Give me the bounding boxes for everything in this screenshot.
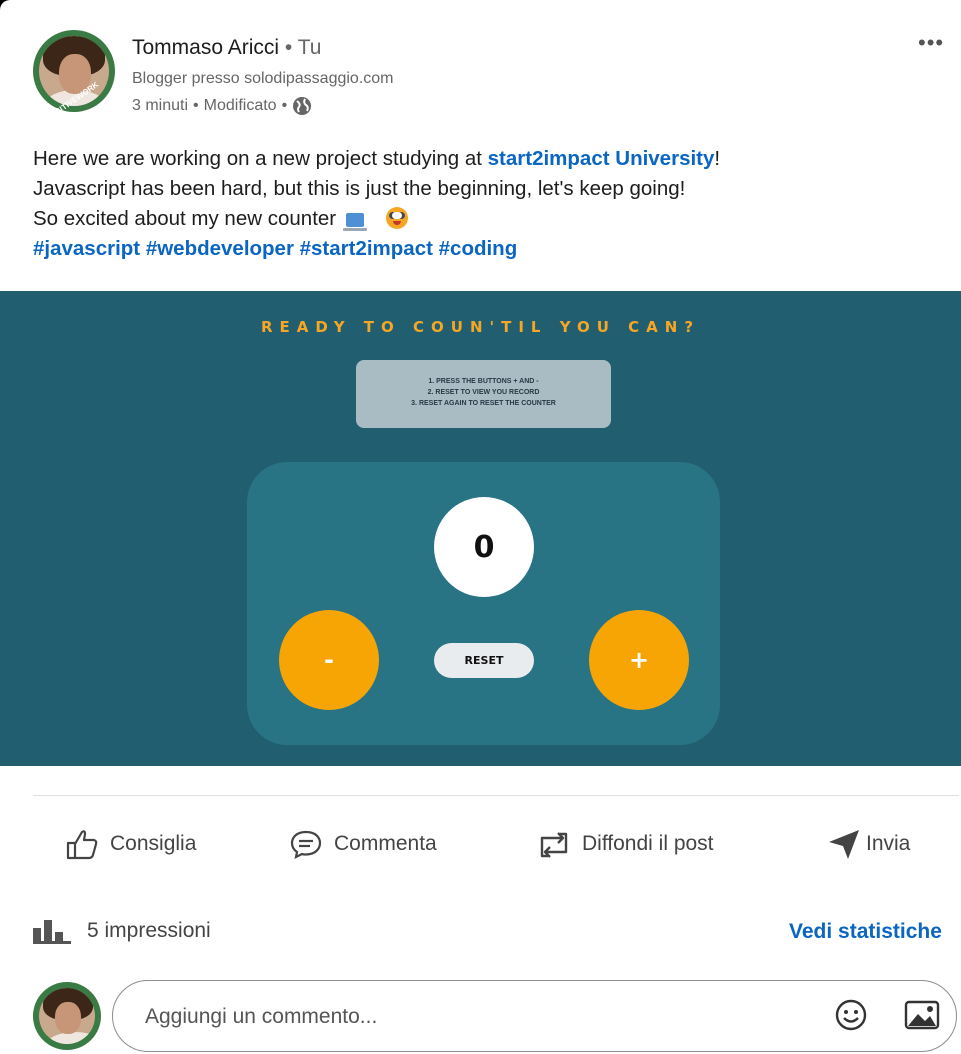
post-text: Here we are working on a new project stu… bbox=[33, 144, 933, 264]
divider bbox=[33, 795, 959, 796]
repost-icon bbox=[540, 832, 568, 858]
instruction-line: 1. PRESS THE BUTTONS + AND - bbox=[428, 378, 539, 385]
counter-value: 0 bbox=[434, 497, 534, 597]
post-text-line-3: So excited about my new counter bbox=[33, 204, 933, 234]
comment-label: Commenta bbox=[334, 832, 437, 855]
more-options-icon[interactable]: ••• bbox=[918, 30, 944, 56]
laptop-emoji-icon bbox=[342, 213, 367, 231]
comment-button[interactable]: Commenta bbox=[288, 826, 437, 862]
post-hashtags[interactable]: #javascript #webdeveloper #start2impact … bbox=[33, 234, 933, 264]
author-you-label: Tu bbox=[297, 36, 322, 59]
counter-instructions: 1. PRESS THE BUTTONS + AND - 2. RESET TO… bbox=[356, 360, 611, 428]
decrement-button: - bbox=[279, 610, 379, 710]
image-icon[interactable] bbox=[903, 997, 941, 1033]
university-link[interactable]: start2impact University bbox=[488, 147, 715, 170]
increment-button: + bbox=[589, 610, 689, 710]
comment-icon bbox=[290, 830, 322, 859]
send-button[interactable]: Invia bbox=[826, 826, 910, 862]
comment-box[interactable] bbox=[112, 980, 957, 1053]
post-time: 3 minuti bbox=[132, 97, 189, 114]
counter-app-title: READY TO COUN'TIL YOU CAN? bbox=[260, 318, 701, 336]
impressions: 5 impressioni bbox=[33, 918, 211, 944]
post-edited: Modificato bbox=[203, 97, 277, 114]
author-line: Tommaso Aricci • Tu bbox=[132, 36, 322, 59]
reset-button: RESET bbox=[434, 643, 534, 678]
repost-button[interactable]: Diffondi il post bbox=[536, 826, 714, 862]
author-name[interactable]: Tommaso Aricci bbox=[132, 36, 279, 59]
face-emoji-icon bbox=[385, 207, 408, 229]
globe-icon bbox=[293, 97, 312, 115]
thumbs-up-icon bbox=[66, 830, 98, 860]
instruction-line: 2. RESET TO VIEW YOU RECORD bbox=[427, 389, 540, 396]
post-meta: 3 minuti • Modificato • bbox=[132, 96, 312, 116]
author-avatar[interactable]: POSITIVEWORK bbox=[33, 30, 115, 112]
post-text-line-2: Javascript has been hard, but this is ju… bbox=[33, 177, 686, 200]
instruction-line: 3. RESET AGAIN TO RESET THE COUNTER bbox=[411, 400, 556, 407]
send-icon bbox=[829, 830, 859, 859]
like-button[interactable]: Consiglia bbox=[64, 826, 196, 862]
comment-input[interactable] bbox=[143, 981, 797, 1053]
current-user-avatar bbox=[33, 982, 101, 1050]
impressions-count: 5 impressioni bbox=[87, 919, 211, 942]
view-stats-link[interactable]: Vedi statistiche bbox=[789, 920, 942, 944]
repost-label: Diffondi il post bbox=[582, 832, 714, 855]
post-text-line-1: Here we are working on a new project stu… bbox=[33, 147, 721, 170]
bar-chart-icon bbox=[33, 920, 71, 944]
emoji-icon[interactable] bbox=[833, 997, 869, 1033]
author-headline: Blogger presso solodipassaggio.com bbox=[132, 70, 394, 87]
post-card: POSITIVEWORK Tommaso Aricci • Tu Blogger… bbox=[0, 0, 961, 1054]
avatar-photo bbox=[39, 988, 95, 1044]
like-label: Consiglia bbox=[110, 832, 197, 855]
send-label: Invia bbox=[866, 832, 911, 855]
